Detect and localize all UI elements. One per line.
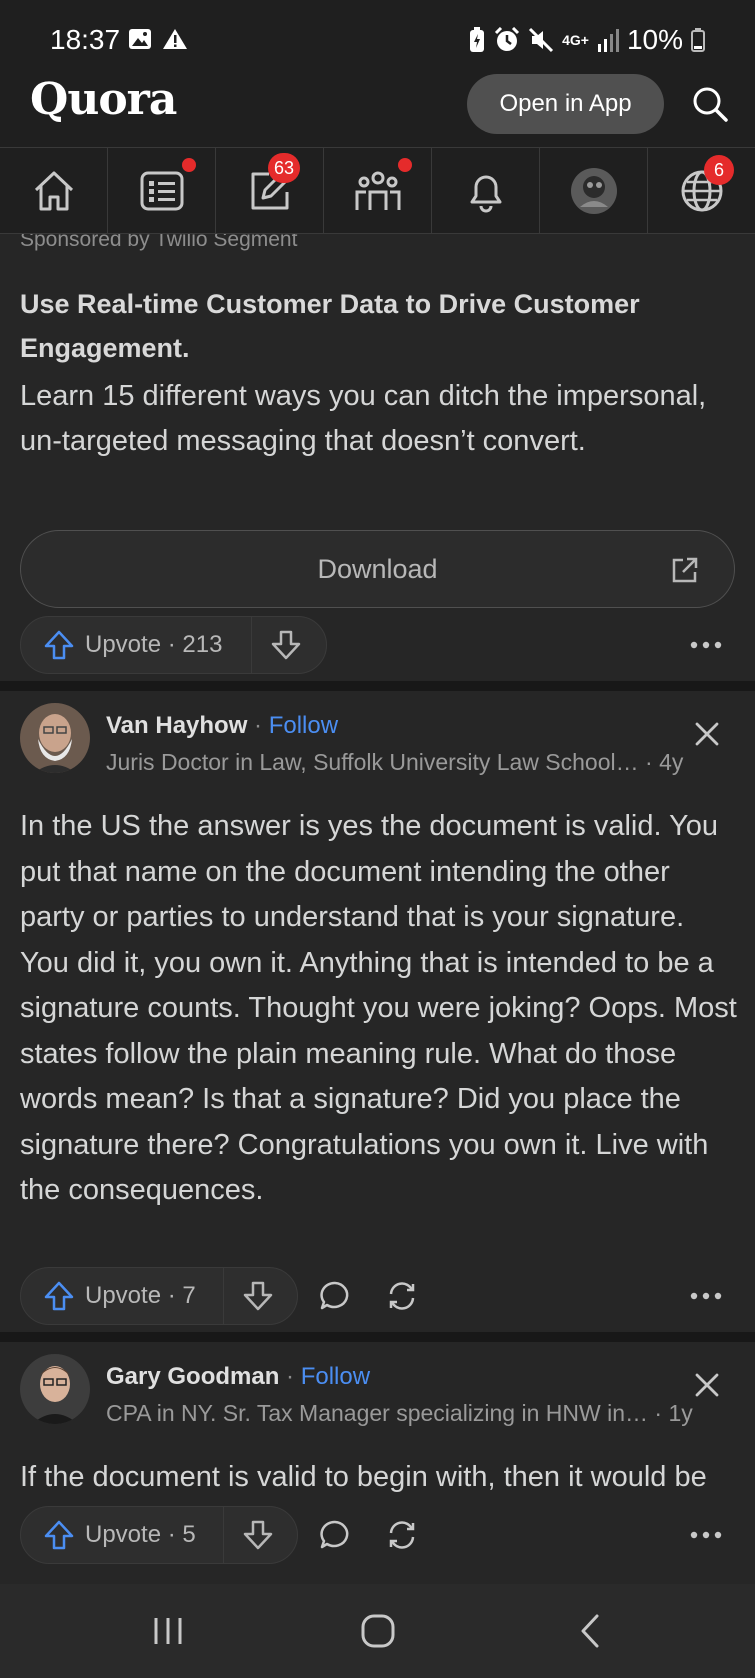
answer-card: Gary Goodman · Follow CPA in NY. Sr. Tax… <box>0 1342 755 1584</box>
app-header: Quora Open in App <box>0 60 755 148</box>
upvote-button[interactable]: Upvote · 7 <box>21 1268 223 1324</box>
quora-logo[interactable]: Quora <box>30 74 177 125</box>
spaces-icon <box>355 171 400 210</box>
home-icon <box>34 171 73 210</box>
more-options-icon[interactable] <box>686 1281 726 1311</box>
comment-icon[interactable] <box>318 1279 352 1313</box>
languages-badge: 6 <box>704 155 734 185</box>
answer-body[interactable]: In the US the answer is yes the document… <box>20 804 740 1214</box>
upvote-label: Upvote · 213 <box>85 631 223 658</box>
battery-saver-icon <box>470 27 485 52</box>
nav-answer[interactable]: 63 <box>216 148 324 233</box>
feed: Sponsored by Twilio Segment Use Real-tim… <box>0 234 755 1584</box>
comment-icon[interactable] <box>318 1518 352 1552</box>
nav-following[interactable] <box>108 148 216 233</box>
post-age: · 1y <box>654 1400 693 1426</box>
ad-title[interactable]: Use Real-time Customer Data to Drive Cus… <box>20 282 730 370</box>
upvote-icon <box>44 630 74 660</box>
main-nav: 63 6 <box>0 148 755 234</box>
downvote-icon <box>271 630 301 660</box>
nav-profile[interactable] <box>540 148 648 233</box>
downvote-button[interactable] <box>224 1507 292 1563</box>
profile-avatar <box>570 167 617 214</box>
answer-badge: 63 <box>268 153 301 183</box>
nav-notifications[interactable] <box>432 148 540 233</box>
avatar[interactable] <box>20 703 90 773</box>
image-icon <box>129 29 151 49</box>
close-icon[interactable] <box>690 1368 724 1402</box>
download-button[interactable]: Download <box>20 530 735 608</box>
share-icon[interactable] <box>385 1279 419 1313</box>
network-type: 4G+ <box>562 32 589 48</box>
downvote-button[interactable] <box>224 1268 292 1324</box>
downvote-button[interactable] <box>252 617 320 673</box>
spaces-dot <box>398 158 412 172</box>
home-button-icon[interactable] <box>360 1613 396 1649</box>
warning-icon <box>163 29 187 49</box>
upvote-icon <box>44 1281 74 1311</box>
answer-vote-pill: Upvote · 7 <box>20 1267 298 1325</box>
external-link-icon <box>672 557 698 583</box>
nav-languages[interactable]: 6 <box>648 148 755 233</box>
separator-dot: · <box>254 712 263 739</box>
battery-icon <box>691 28 705 52</box>
nav-home[interactable] <box>0 148 108 233</box>
separator-dot: · <box>286 1363 295 1390</box>
avatar[interactable] <box>20 1354 90 1424</box>
author-name[interactable]: Gary Goodman <box>106 1363 279 1390</box>
open-in-app-button[interactable]: Open in App <box>467 74 664 134</box>
ad-vote-pill: Upvote · 213 <box>20 616 327 674</box>
follow-link[interactable]: Follow <box>269 712 338 739</box>
sponsored-card: Sponsored by Twilio Segment Use Real-tim… <box>0 234 755 681</box>
alarm-icon <box>495 27 520 51</box>
feed-divider <box>0 681 755 691</box>
ad-body[interactable]: Learn 15 different ways you can ditch th… <box>20 374 735 464</box>
post-age: · 4y <box>645 749 684 775</box>
answer-vote-pill: Upvote · 5 <box>20 1506 298 1564</box>
sponsored-label: Sponsored by Twilio Segment <box>20 234 298 251</box>
upvote-label: Upvote · 7 <box>85 1282 196 1309</box>
upvote-icon <box>44 1520 74 1550</box>
following-dot <box>182 158 196 172</box>
back-icon[interactable] <box>575 1613 605 1649</box>
follow-link[interactable]: Follow <box>301 1363 370 1390</box>
downvote-icon <box>243 1520 273 1550</box>
upvote-button[interactable]: Upvote · 213 <box>21 617 251 673</box>
share-icon[interactable] <box>385 1518 419 1552</box>
nav-spaces[interactable] <box>324 148 432 233</box>
downvote-icon <box>243 1281 273 1311</box>
mute-icon <box>529 27 554 53</box>
feed-divider <box>0 1332 755 1342</box>
download-label: Download <box>317 554 438 584</box>
author-credential[interactable]: CPA in NY. Sr. Tax Manager specializing … <box>106 1398 648 1428</box>
following-icon <box>140 171 183 210</box>
author-name[interactable]: Van Hayhow <box>106 712 247 739</box>
close-icon[interactable] <box>690 717 724 751</box>
upvote-button[interactable]: Upvote · 5 <box>21 1507 223 1563</box>
signal-icon <box>597 29 619 52</box>
system-navigation-bar <box>0 1584 755 1678</box>
more-options-icon[interactable] <box>686 630 726 660</box>
author-credential[interactable]: Juris Doctor in Law, Suffolk University … <box>106 747 639 777</box>
upvote-label: Upvote · 5 <box>85 1521 196 1548</box>
status-bar: 18:37 4G+ 10% <box>0 0 755 60</box>
more-options-icon[interactable] <box>686 1520 726 1550</box>
status-time: 18:37 <box>50 24 121 55</box>
notifications-icon <box>470 175 501 212</box>
search-icon[interactable] <box>690 84 730 124</box>
recent-apps-icon[interactable] <box>151 1614 185 1648</box>
battery-percent: 10% <box>626 24 683 55</box>
